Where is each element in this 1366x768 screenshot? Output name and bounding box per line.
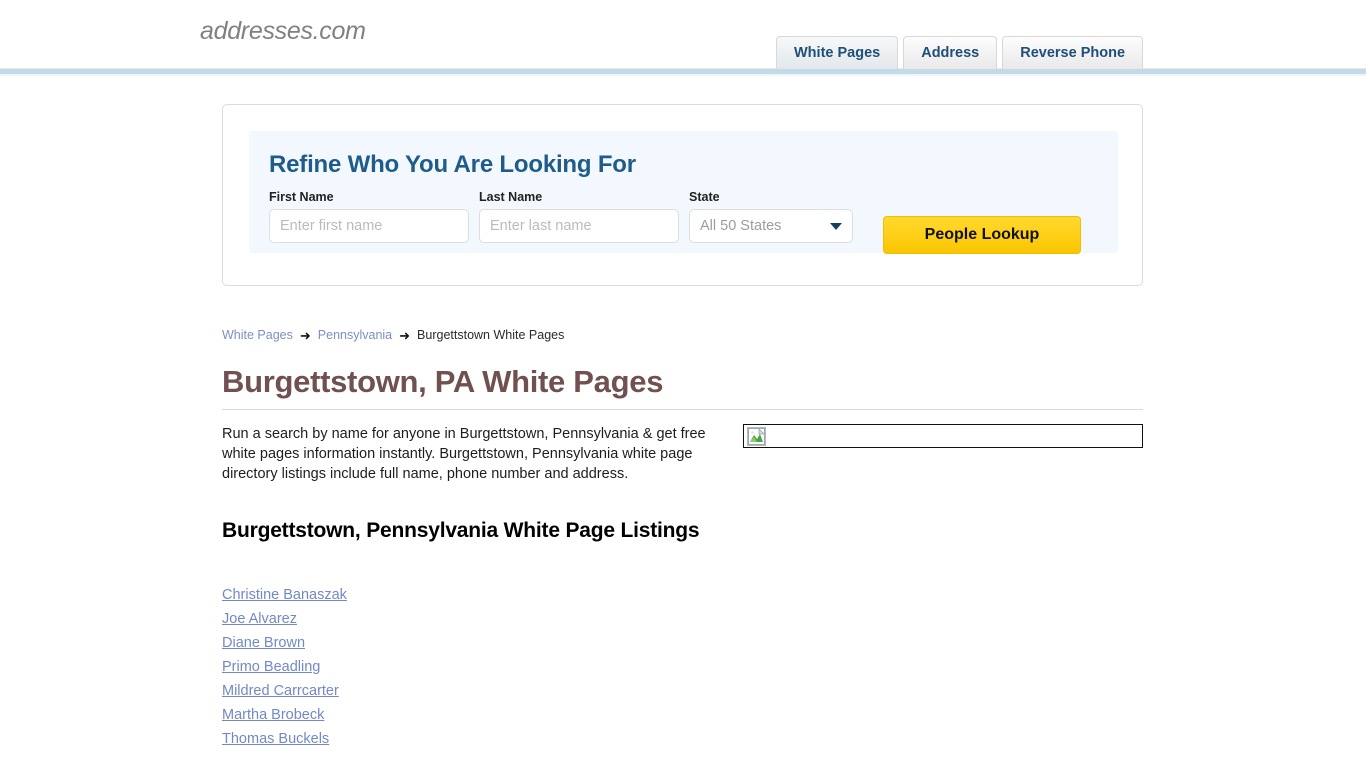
title-divider bbox=[222, 409, 1143, 410]
last-name-group: Last Name bbox=[479, 190, 679, 243]
site-logo[interactable]: addresses.com bbox=[200, 17, 366, 46]
header-accent-band-secondary bbox=[0, 74, 1366, 76]
refine-search-inner: Refine Who You Are Looking For First Nam… bbox=[249, 131, 1118, 254]
breadcrumb-arrow-icon: ➜ bbox=[299, 327, 311, 343]
list-item: Christine Banaszak bbox=[222, 586, 622, 610]
breadcrumb-arrow-icon: ➜ bbox=[399, 327, 411, 343]
list-item: Diane Brown bbox=[222, 634, 622, 658]
list-item: Joe Alvarez bbox=[222, 610, 622, 634]
tab-reverse-phone[interactable]: Reverse Phone bbox=[1002, 36, 1144, 69]
listing-link[interactable]: Martha Brobeck bbox=[222, 707, 324, 723]
listing-link[interactable]: Diane Brown bbox=[222, 635, 305, 651]
first-name-label: First Name bbox=[269, 190, 334, 204]
white-page-listings: Christine Banaszak Joe Alvarez Diane Bro… bbox=[222, 586, 622, 754]
last-name-input[interactable] bbox=[479, 209, 679, 243]
state-label: State bbox=[689, 190, 720, 204]
listing-link[interactable]: Mildred Carrcarter bbox=[222, 683, 339, 699]
last-name-label: Last Name bbox=[479, 190, 543, 204]
intro-paragraph: Run a search by name for anyone in Burge… bbox=[222, 426, 706, 482]
tab-address[interactable]: Address bbox=[903, 36, 998, 69]
tab-white-pages-label: White Pages bbox=[794, 45, 881, 61]
listing-link[interactable]: Christine Banaszak bbox=[222, 587, 347, 603]
breadcrumb-item-current: Burgettstown White Pages bbox=[417, 328, 565, 342]
state-select[interactable]: All 50 States bbox=[689, 209, 853, 243]
tab-address-label: Address bbox=[921, 45, 980, 61]
listing-link[interactable]: Joe Alvarez bbox=[222, 611, 297, 627]
list-item: Martha Brobeck bbox=[222, 706, 622, 730]
tab-reverse-phone-label: Reverse Phone bbox=[1020, 45, 1126, 61]
advertisement-placeholder[interactable] bbox=[743, 424, 1143, 448]
people-lookup-group: People Lookup bbox=[883, 216, 1081, 254]
page-title: Burgettstown, PA White Pages bbox=[222, 364, 664, 399]
first-name-group: First Name bbox=[269, 190, 469, 243]
tab-white-pages[interactable]: White Pages bbox=[776, 36, 899, 69]
breadcrumb: White Pages ➜ Pennsylvania ➜ Burgettstow… bbox=[222, 328, 564, 342]
first-name-input[interactable] bbox=[269, 209, 469, 243]
people-lookup-button[interactable]: People Lookup bbox=[883, 216, 1081, 254]
list-item: Thomas Buckels bbox=[222, 730, 622, 754]
breadcrumb-item-white-pages[interactable]: White Pages bbox=[222, 328, 293, 342]
state-select-wrap: All 50 States bbox=[689, 209, 853, 243]
broken-image-icon bbox=[747, 427, 766, 446]
site-header: addresses.com White Pages Address Revers… bbox=[0, 0, 1366, 69]
refine-search-panel: Refine Who You Are Looking For First Nam… bbox=[222, 104, 1143, 286]
listing-link[interactable]: Thomas Buckels bbox=[222, 731, 329, 747]
listing-link[interactable]: Primo Beadling bbox=[222, 659, 320, 675]
breadcrumb-item-pennsylvania[interactable]: Pennsylvania bbox=[318, 328, 392, 342]
state-group: State All 50 States bbox=[689, 190, 853, 243]
refine-panel-title: Refine Who You Are Looking For bbox=[269, 151, 636, 178]
listings-heading: Burgettstown, Pennsylvania White Page Li… bbox=[222, 519, 700, 542]
primary-nav-tabs: White Pages Address Reverse Phone bbox=[776, 36, 1148, 69]
list-item: Primo Beadling bbox=[222, 658, 622, 682]
list-item: Mildred Carrcarter bbox=[222, 682, 622, 706]
